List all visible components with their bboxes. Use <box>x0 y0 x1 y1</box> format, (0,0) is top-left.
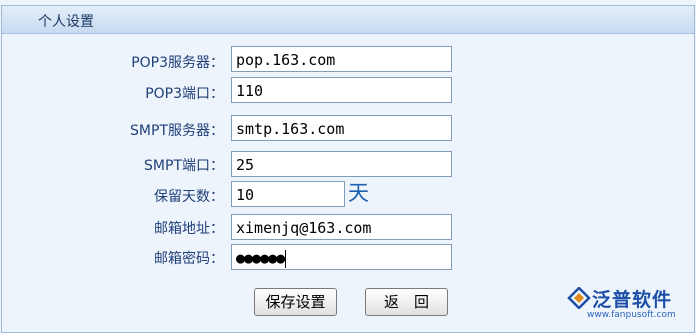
panel-header: 个人设置 <box>2 6 694 34</box>
password-mask: ●●●●●● <box>236 249 285 267</box>
email-password-input[interactable]: ●●●●●● <box>231 244 452 270</box>
email-address-label: 邮箱地址： <box>154 221 224 237</box>
brand-logo-icon <box>567 287 591 309</box>
keep-days-input[interactable]: 10 <box>231 181 345 207</box>
smtp-port-input[interactable]: 25 <box>231 151 452 177</box>
smtp-port-label: SMPT端口： <box>144 158 224 174</box>
email-password-label: 邮箱密码： <box>154 251 224 267</box>
keep-days-label: 保留天数： <box>154 189 224 205</box>
panel-title: 个人设置 <box>38 14 94 30</box>
brand-url: www.fanpusoft.com <box>587 310 676 320</box>
brand-logo: 泛普软件 www.fanpusoft.com <box>567 285 692 325</box>
pop3-port-label: POP3端口： <box>145 86 224 102</box>
save-settings-button[interactable]: 保存设置 <box>254 288 337 316</box>
email-address-input[interactable]: ximenjq@163.com <box>231 214 452 240</box>
text-cursor <box>285 249 287 268</box>
pop3-port-input[interactable]: 110 <box>231 77 452 103</box>
days-unit-label: 天 <box>348 181 369 205</box>
pop3-server-input[interactable]: pop.163.com <box>231 46 452 72</box>
smtp-server-label: SMPT服务器： <box>130 123 224 139</box>
back-button[interactable]: 返 回 <box>365 288 448 316</box>
smtp-server-input[interactable]: smtp.163.com <box>231 115 452 141</box>
pop3-server-label: POP3服务器： <box>131 55 224 71</box>
brand-name: 泛普软件 <box>592 289 673 311</box>
